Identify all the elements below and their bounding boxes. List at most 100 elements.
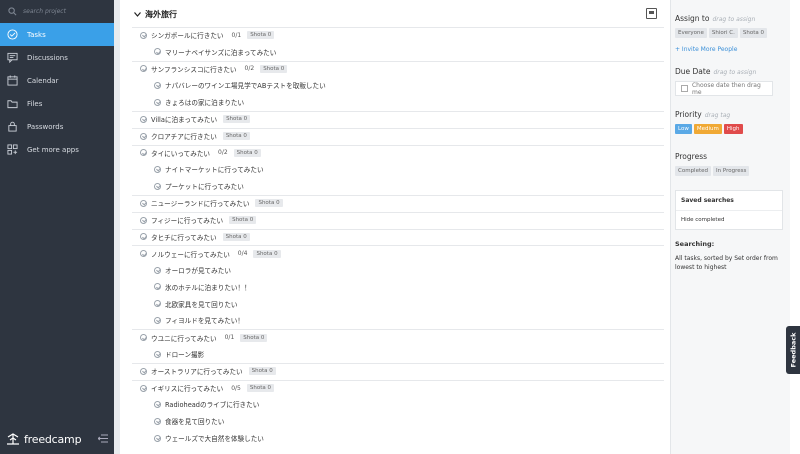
task-checkbox-icon[interactable] — [140, 132, 147, 140]
due-date-picker[interactable]: Choose date then drag me — [675, 81, 773, 96]
task-row[interactable]: フィジーに行ってみたい Shota 0 — [132, 211, 664, 229]
assignee-tag[interactable]: Shota 0 — [248, 367, 276, 376]
task-title[interactable]: ウェールズで大自然を体験したい — [165, 433, 264, 443]
assignee-chip[interactable]: Shiori C. — [708, 28, 738, 38]
task-title[interactable]: フィヨルドを見てみたい！ — [165, 315, 244, 325]
task-checkbox-icon[interactable] — [154, 434, 161, 442]
task-checkbox-icon[interactable] — [154, 400, 161, 408]
priority-low-chip[interactable]: Low — [675, 124, 692, 134]
sidebar-item-files[interactable]: Files — [0, 92, 114, 115]
task-title[interactable]: ナパバレーのワインエ場見学でABテストを取販したい — [165, 80, 326, 90]
subtask-row[interactable]: Radioheadのライブに行きたい — [132, 397, 664, 414]
task-title[interactable]: きょろはの家に泊まりたい — [165, 97, 244, 107]
task-row[interactable]: タイにいってみたい 0/2 Shota 0 — [132, 144, 664, 162]
task-row[interactable]: ウユニに行ってみたい 0/1 Shota 0 — [132, 329, 664, 346]
task-checkbox-icon[interactable] — [154, 300, 161, 308]
sidebar-item-discussions[interactable]: Discussions — [0, 46, 114, 69]
subtask-row[interactable]: マリーナベイサンズに泊まってみたい — [132, 44, 664, 61]
task-checkbox-icon[interactable] — [140, 115, 147, 123]
task-title[interactable]: 食器を見て回りたい — [165, 416, 224, 426]
subtask-row[interactable]: ナイトマーケットに行ってみたい — [132, 161, 664, 178]
search-bar[interactable]: search project — [0, 0, 114, 23]
list-header[interactable]: 海外旅行 — [134, 9, 177, 20]
task-checkbox-icon[interactable] — [140, 199, 147, 207]
subtask-row[interactable]: ドローン撮影 — [132, 346, 664, 363]
task-row[interactable]: Villaに泊まってみたい Shota 0 — [132, 110, 664, 128]
subtask-row[interactable]: 北欧家具を見て回りたい — [132, 296, 664, 313]
task-title[interactable]: フィジーに行ってみたい — [151, 215, 223, 225]
task-title[interactable]: タヒチに行ってみたい — [151, 232, 217, 242]
invite-people-link[interactable]: + Invite More People — [675, 46, 790, 53]
sidebar-item-passwords[interactable]: Passwords — [0, 115, 114, 138]
search-input[interactable]: search project — [23, 8, 66, 15]
task-row[interactable]: クロアチアに行きたい Shota 0 — [132, 127, 664, 145]
assignee-tag[interactable]: Shota 0 — [229, 216, 257, 225]
assignee-tag[interactable]: Shota 0 — [247, 31, 275, 40]
task-checkbox-icon[interactable] — [140, 149, 147, 157]
sidebar-item-tasks[interactable]: Tasks — [0, 23, 114, 46]
task-row[interactable]: シンガポールに行きたい 0/1 Shota 0 — [132, 27, 664, 44]
task-row[interactable]: ノルウェーに行ってみたい 0/4 Shota 0 — [132, 245, 664, 262]
task-checkbox-icon[interactable] — [140, 31, 147, 39]
task-title[interactable]: プーケットに行ってみたい — [165, 181, 244, 191]
task-title[interactable]: タイにいってみたい — [151, 148, 210, 158]
task-title[interactable]: Radioheadのライブに行きたい — [165, 399, 259, 409]
assignee-tag[interactable]: Shota 0 — [222, 232, 250, 241]
task-row[interactable]: イギリスに行ってみたい 0/5 Shota 0 — [132, 379, 664, 397]
task-checkbox-icon[interactable] — [140, 384, 147, 392]
subtask-row[interactable]: プーケットに行ってみたい — [132, 178, 664, 195]
task-checkbox-icon[interactable] — [154, 283, 161, 291]
task-checkbox-icon[interactable] — [140, 250, 147, 258]
assignee-tag[interactable]: Shota 0 — [222, 132, 250, 141]
task-checkbox-icon[interactable] — [154, 417, 161, 425]
assignee-tag[interactable]: Shota 0 — [253, 249, 281, 258]
task-title[interactable]: ドローン撮影 — [165, 349, 204, 359]
task-checkbox-icon[interactable] — [140, 233, 147, 241]
assignee-tag[interactable]: Shota 0 — [255, 199, 283, 208]
list-options-icon[interactable] — [646, 8, 657, 19]
assignee-tag[interactable]: Shota 0 — [246, 384, 274, 393]
task-title[interactable]: シンガポールに行きたい — [151, 30, 224, 40]
subtask-row[interactable]: きょろはの家に泊まりたい — [132, 94, 664, 111]
chevron-down-icon[interactable] — [134, 12, 141, 17]
progress-completed-chip[interactable]: Completed — [675, 166, 711, 176]
priority-medium-chip[interactable]: Medium — [693, 124, 722, 134]
task-title[interactable]: マリーナベイサンズに泊まってみたい — [165, 47, 276, 57]
task-checkbox-icon[interactable] — [154, 182, 161, 190]
task-title[interactable]: オーストラリアに行ってみたい — [151, 366, 243, 376]
task-checkbox-icon[interactable] — [140, 216, 147, 224]
collapse-sidebar-icon[interactable] — [98, 434, 108, 443]
task-checkbox-icon[interactable] — [154, 165, 161, 173]
task-title[interactable]: ニュージーランドに行ってみたい — [151, 198, 249, 208]
task-row[interactable]: ニュージーランドに行ってみたい Shota 0 — [132, 194, 664, 212]
task-title[interactable]: Villaに泊まってみたい — [151, 114, 217, 124]
task-checkbox-icon[interactable] — [154, 81, 161, 89]
task-checkbox-icon[interactable] — [140, 334, 147, 342]
task-title[interactable]: オーロラが見てみたい — [165, 265, 231, 275]
subtask-row[interactable]: フィヨルドを見てみたい！ — [132, 313, 664, 330]
task-checkbox-icon[interactable] — [154, 350, 161, 358]
task-title[interactable]: ナイトマーケットに行ってみたい — [165, 164, 264, 174]
task-title[interactable]: イギリスに行ってみたい — [151, 383, 223, 393]
saved-search-item[interactable]: Hide completed — [676, 211, 782, 229]
task-title[interactable]: サンフランシスコに行きたい — [151, 64, 237, 74]
subtask-row[interactable]: 食器を見て回りたい — [132, 413, 664, 430]
task-checkbox-icon[interactable] — [140, 65, 147, 73]
task-checkbox-icon[interactable] — [154, 98, 161, 106]
task-title[interactable]: 北欧家具を見て回りたい — [165, 299, 238, 309]
task-row[interactable]: オーストラリアに行ってみたい Shota 0 — [132, 362, 664, 380]
task-title[interactable]: 氷のホテルに泊まりたい！！ — [165, 282, 251, 292]
subtask-row[interactable]: オーロラが見てみたい — [132, 262, 664, 279]
feedback-button[interactable]: Feedback — [786, 326, 800, 374]
assignee-tag[interactable]: Shota 0 — [223, 115, 251, 124]
subtask-row[interactable]: ウェールズで大自然を体験したい — [132, 430, 664, 447]
task-checkbox-icon[interactable] — [140, 367, 147, 375]
subtask-row[interactable]: ナパバレーのワインエ場見学でABテストを取販したい — [132, 77, 664, 94]
task-checkbox-icon[interactable] — [154, 316, 161, 324]
assignee-chip[interactable]: Shota 0 — [739, 28, 767, 38]
assignee-chip[interactable]: Everyone — [675, 28, 707, 38]
task-title[interactable]: ノルウェーに行ってみたい — [151, 249, 230, 259]
task-row[interactable]: サンフランシスコに行きたい 0/2 Shota 0 — [132, 60, 664, 78]
sidebar-item-calendar[interactable]: Calendar — [0, 69, 114, 92]
task-row[interactable]: タヒチに行ってみたい Shota 0 — [132, 228, 664, 246]
